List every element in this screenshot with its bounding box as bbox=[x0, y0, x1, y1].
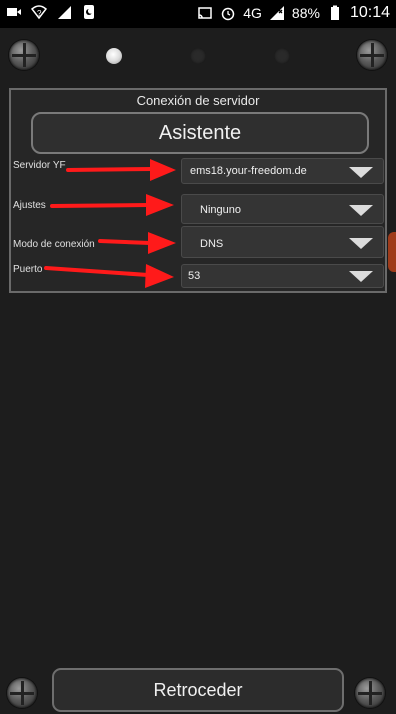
settings-select[interactable]: Ninguno bbox=[181, 194, 384, 224]
lte-signal-icon bbox=[269, 6, 284, 20]
page-indicator-3[interactable] bbox=[274, 48, 290, 64]
wizard-button[interactable]: Asistente bbox=[31, 112, 369, 154]
battery-icon bbox=[330, 5, 339, 20]
connection-mode-select[interactable]: DNS bbox=[181, 226, 384, 258]
status-bar-left: ? ? bbox=[6, 4, 97, 20]
panel-title: Conexión de servidor bbox=[136, 93, 260, 108]
signal-question-icon: ? bbox=[58, 6, 71, 19]
page-indicator-1[interactable] bbox=[106, 48, 122, 64]
clock: 10:14 bbox=[349, 4, 390, 21]
chevron-down-icon bbox=[349, 167, 373, 178]
server-select[interactable]: ems18.your-freedom.de bbox=[181, 158, 384, 184]
screw-top-right-icon bbox=[357, 40, 387, 70]
screw-bottom-left-icon bbox=[7, 678, 37, 708]
port-select-value: 53 bbox=[188, 270, 201, 282]
settings-select-value: Ninguno bbox=[200, 204, 241, 216]
port-select[interactable]: 53 bbox=[181, 264, 384, 288]
screw-top-left-icon bbox=[9, 40, 39, 70]
chevron-down-icon bbox=[349, 271, 373, 282]
page-indicator-2[interactable] bbox=[190, 48, 206, 64]
side-edge-handle[interactable] bbox=[388, 232, 396, 272]
server-connection-panel: Conexión de servidor Asistente Servidor … bbox=[9, 88, 387, 293]
connection-mode-value: DNS bbox=[200, 238, 224, 250]
svg-text:?: ? bbox=[37, 9, 42, 18]
status-bar: ? ? 4G 88% 10:14 bbox=[0, 0, 396, 28]
field-label-settings: Ajustes bbox=[13, 200, 46, 211]
svg-text:?: ? bbox=[59, 6, 64, 16]
video-icon bbox=[7, 8, 21, 16]
phone-moon-icon bbox=[84, 5, 94, 19]
chevron-down-icon bbox=[349, 205, 373, 216]
screw-bottom-right-icon bbox=[355, 678, 385, 708]
back-button[interactable]: Retroceder bbox=[52, 668, 344, 712]
battery-percent: 88% bbox=[291, 5, 320, 21]
network-type: 4G bbox=[243, 5, 262, 21]
field-label-mode: Modo de conexión bbox=[13, 239, 95, 250]
wifi-question-icon: ? bbox=[31, 5, 47, 20]
alarm-icon bbox=[221, 7, 235, 21]
field-label-server: Servidor YF bbox=[13, 160, 66, 171]
status-bar-right: 4G 88% 10:14 bbox=[197, 4, 390, 22]
chevron-down-icon bbox=[349, 238, 373, 249]
server-select-value: ems18.your-freedom.de bbox=[190, 165, 307, 177]
cast-icon bbox=[198, 7, 212, 19]
field-label-port: Puerto bbox=[13, 264, 43, 275]
